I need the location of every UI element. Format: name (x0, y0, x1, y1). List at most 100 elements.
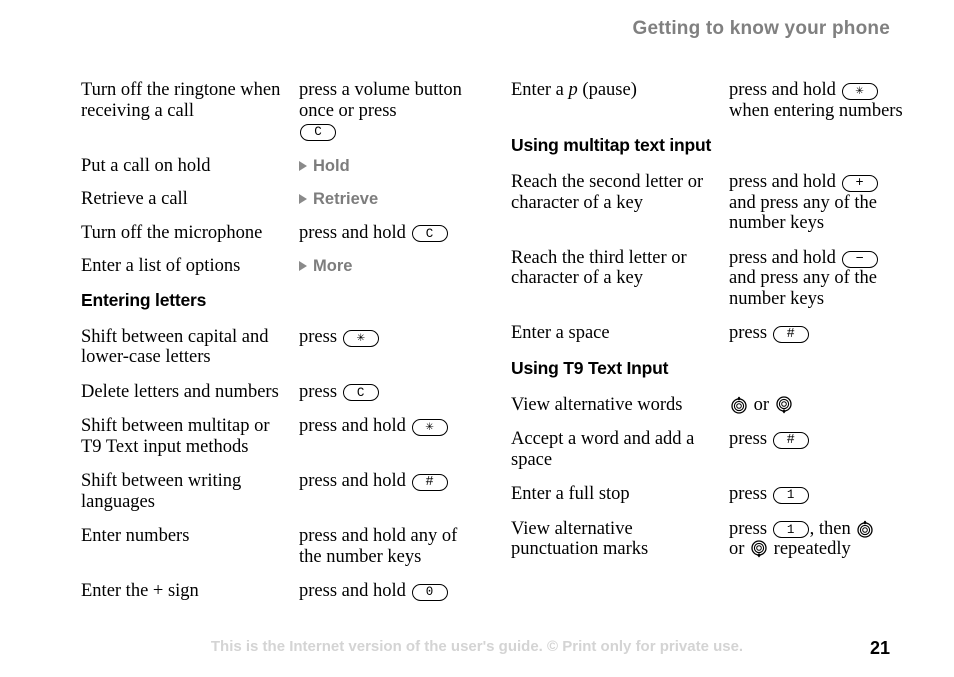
softkey-more: More (299, 256, 352, 276)
row-action: Reach the third letter or character of a… (511, 247, 687, 289)
row-method: press ✳ (299, 327, 481, 348)
key-clear-icon: C (411, 225, 448, 243)
row-action: Enter a full stop (511, 484, 630, 504)
left-column: Turn off the ringtone when receiving a c… (81, 80, 481, 616)
row-action: View alternative words (511, 394, 683, 415)
key-clear-icon: C (342, 384, 379, 402)
method-text: press (729, 429, 768, 449)
method-text: press and hold (299, 471, 406, 491)
row-method: press and hold C (299, 223, 481, 244)
method-text: press (299, 326, 338, 347)
row-action: Enter a p (pause) (511, 80, 729, 101)
action-text-post: (pause) (577, 80, 637, 100)
key-star-icon: ✳ (342, 329, 379, 347)
row-action: Accept a word and add a space (511, 429, 695, 470)
method-text-mid: , then (809, 518, 851, 539)
scroll-up-key-icon (856, 520, 874, 538)
scroll-down-key-icon (775, 395, 793, 414)
page-header-title: Getting to know your phone (632, 18, 890, 39)
key-plus-icon: + (841, 175, 878, 193)
key-minus-icon: − (841, 250, 878, 268)
row-action: Shift between capital and lower-case let… (81, 326, 269, 368)
table-row: Shift between capital and lower-case let… (81, 327, 481, 368)
row-method: press and hold 0 (299, 581, 481, 602)
row-action: Enter a list of options (81, 256, 241, 276)
row-method: press # (729, 323, 911, 344)
row-action: Turn off the ringtone when receiving a c… (81, 80, 281, 121)
row-method: press a volume button once or press C (299, 80, 481, 142)
key-one-icon: 1 (772, 521, 809, 539)
table-row: Retrieve a call Retrieve (81, 189, 481, 210)
section-heading-t9: Using T9 Text Input (511, 357, 669, 378)
method-text: press (729, 518, 768, 539)
key-clear-icon: C (300, 123, 336, 141)
row-action: View alternative punctuation marks (511, 518, 649, 560)
row-action: Enter a space (511, 323, 610, 343)
method-text: press (299, 381, 338, 402)
right-column: Enter a p (pause) press and hold ✳ when … (511, 80, 911, 574)
row-method: press # (729, 429, 911, 450)
row-method: More (299, 256, 481, 277)
table-row: Reach the third letter or character of a… (511, 248, 911, 310)
method-text-post: when entering numbers (729, 100, 903, 121)
triangle-right-icon (299, 194, 307, 204)
method-text-post: repeatedly (773, 539, 851, 559)
method-joiner: or (729, 539, 745, 559)
page-number: 21 (869, 638, 890, 658)
method-text: press and hold (729, 247, 836, 268)
table-row: Enter the + sign press and hold 0 (81, 581, 481, 602)
method-text: press and hold (729, 80, 836, 100)
row-action: Enter numbers (81, 526, 190, 546)
method-text-post: and press any of the number keys (729, 268, 877, 309)
softkey-retrieve: Retrieve (299, 189, 378, 209)
footer-note: This is the Internet version of the user… (210, 638, 744, 655)
row-method: press and hold # (299, 471, 481, 492)
key-star-icon: ✳ (411, 419, 448, 437)
softkey-hold: Hold (299, 156, 350, 176)
row-method: press and hold + and press any of the nu… (729, 172, 911, 234)
key-hash-icon: # (772, 432, 809, 450)
method-text: press and hold (299, 222, 406, 243)
table-row: Put a call on hold Hold (81, 156, 481, 177)
row-action: Delete letters and numbers (81, 381, 279, 402)
row-action: Shift between writing languages (81, 471, 242, 512)
key-one-icon: 1 (772, 486, 809, 504)
triangle-right-icon (299, 261, 307, 271)
row-method: press and hold ✳ when entering numbers (729, 80, 911, 121)
row-action: Reach the second letter or character of … (511, 172, 704, 213)
two-column-body: Turn off the ringtone when receiving a c… (0, 80, 954, 620)
row-action: Shift between multitap or T9 Text input … (81, 416, 270, 457)
table-row: Shift between writing languages press an… (81, 471, 481, 512)
row-action: Turn off the microphone (81, 222, 263, 243)
softkey-label: Hold (313, 156, 350, 175)
method-text: press (729, 484, 768, 504)
table-row: Enter numbers press and hold any of the … (81, 526, 481, 567)
row-method: press and hold ✳ (299, 416, 481, 437)
triangle-right-icon (299, 160, 307, 171)
table-row: Enter a list of options More (81, 256, 481, 277)
table-row: Shift between multitap or T9 Text input … (81, 416, 481, 457)
key-hash-icon: # (772, 326, 809, 344)
softkey-label: More (313, 257, 353, 275)
row-method: press C (299, 382, 481, 403)
row-method: Retrieve (299, 189, 481, 210)
table-row: Enter a space press # (511, 323, 911, 344)
table-row: Reach the second letter or character of … (511, 172, 911, 234)
key-star-icon: ✳ (841, 83, 878, 101)
section-heading-entering-letters: Entering letters (81, 289, 207, 310)
table-row: Enter a full stop press 1 (511, 484, 911, 505)
action-text-italic: p (568, 80, 578, 100)
row-method: press 1, then or repeatedly (729, 519, 911, 560)
method-text-post: and press any of the number keys (729, 192, 877, 234)
table-row: Enter a p (pause) press and hold ✳ when … (511, 80, 911, 121)
row-method: press and hold − and press any of the nu… (729, 248, 911, 310)
section-heading-multitap: Using multitap text input (511, 135, 712, 155)
row-action: Enter the + sign (81, 581, 199, 601)
method-text: press and hold (299, 581, 406, 601)
table-row: View alternative words or (511, 395, 911, 416)
action-text-pre: Enter a (511, 80, 569, 100)
row-action: Put a call on hold (81, 155, 211, 176)
table-row: View alternative punctuation marks press… (511, 519, 911, 560)
key-zero-icon: 0 (411, 583, 448, 601)
method-text: press and hold (299, 416, 406, 436)
